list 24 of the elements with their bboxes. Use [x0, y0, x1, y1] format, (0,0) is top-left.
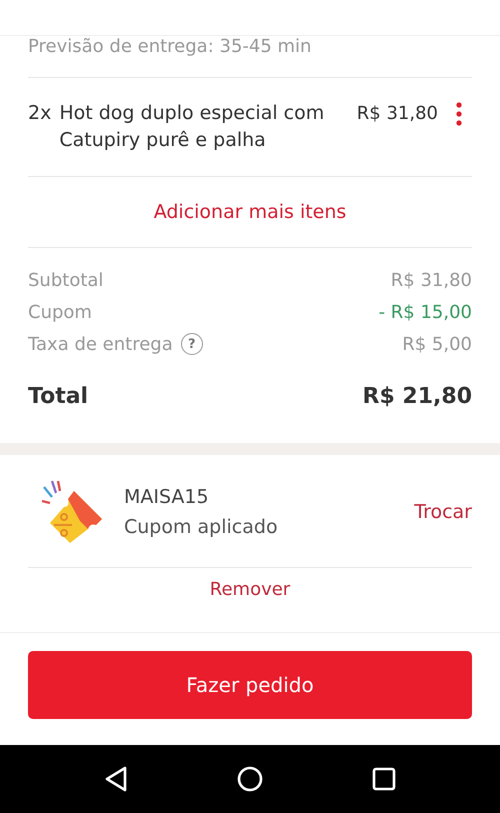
summary-label: Taxa de entrega: [28, 334, 173, 354]
delivery-estimate: Previsão de entrega: 35-45 min: [28, 36, 472, 78]
add-more-items-button[interactable]: Adicionar mais itens: [148, 197, 352, 227]
total-label: Total: [28, 384, 88, 409]
remove-coupon-button[interactable]: Remover: [204, 578, 296, 601]
back-icon[interactable]: [104, 766, 128, 792]
help-button[interactable]: ?: [180, 333, 203, 355]
coupon-code: MAISA15: [124, 486, 210, 508]
summary-value: R$ 31,80: [390, 270, 472, 290]
item-quantity: 2x: [28, 101, 52, 126]
change-coupon-button[interactable]: Trocar: [414, 501, 472, 523]
summary-label: Subtotal: [28, 270, 104, 290]
more-options-icon[interactable]: [456, 102, 462, 126]
summary-value: R$ 5,00: [402, 334, 472, 354]
coupon-ticket-icon: [40, 479, 104, 545]
item-price: R$ 31,80: [356, 102, 438, 126]
coupon-status: Cupom aplicado: [124, 516, 279, 538]
place-order-button[interactable]: Fazer pedido: [28, 651, 472, 719]
item-name: Hot dog duplo especial com Catupiry purê e palha: [59, 101, 326, 153]
summary-value: - R$ 15,00: [378, 302, 472, 322]
home-icon[interactable]: [236, 766, 263, 792]
recent-apps-icon[interactable]: [372, 767, 396, 791]
summary-label: Cupom: [28, 302, 92, 322]
total-value: R$ 21,80: [362, 384, 472, 409]
